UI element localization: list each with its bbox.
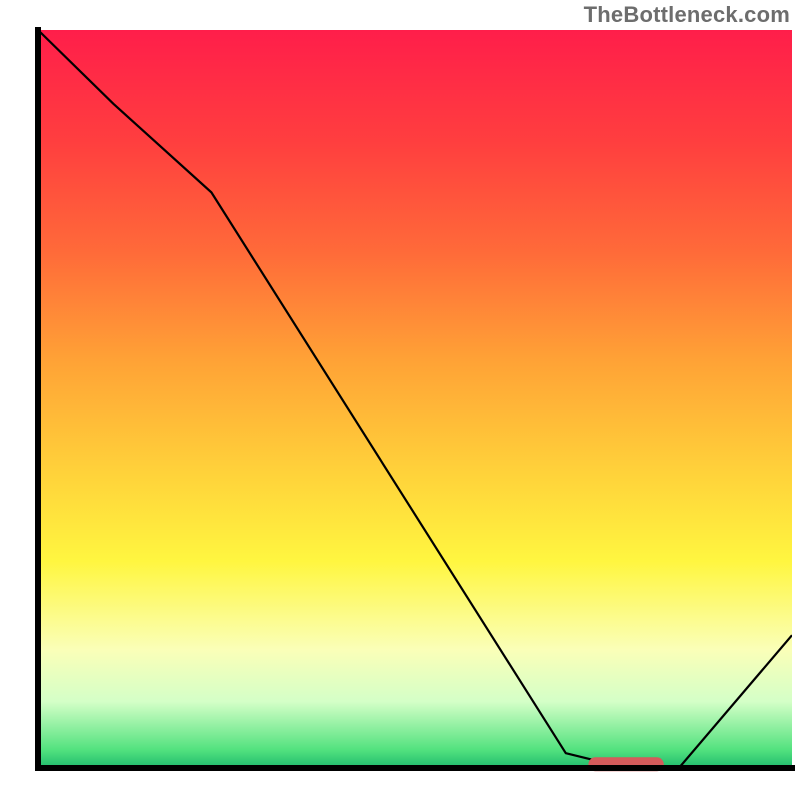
plot-background xyxy=(38,30,792,768)
attribution-text: TheBottleneck.com xyxy=(584,2,790,28)
bottleneck-chart xyxy=(0,0,800,800)
